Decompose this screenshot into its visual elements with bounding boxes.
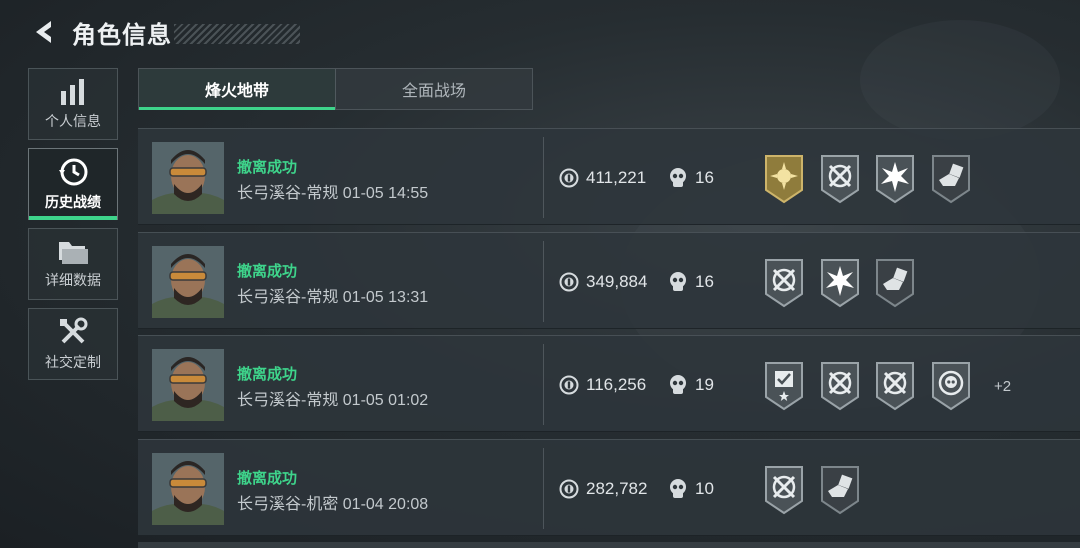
crossed-target-badge-icon[interactable]	[818, 361, 862, 411]
map-and-time: 长弓溪谷-常规 01-05 13:31	[237, 288, 429, 306]
match-row[interactable]: 撤离成功 长弓溪谷-常规 01-05 14:55 411,221 16	[138, 128, 1080, 225]
skull-icon	[670, 375, 686, 394]
sidebar-item-social-custom[interactable]: 社交定制	[28, 308, 118, 380]
hand-dice-badge-icon[interactable]	[873, 258, 917, 308]
medal-list	[762, 154, 984, 204]
more-medals-count[interactable]: +2	[994, 378, 1011, 395]
loot-value: 411,221	[586, 168, 647, 187]
hand-dice-badge-icon[interactable]	[929, 154, 973, 204]
mode-tabs: 烽火地带 全面战场	[138, 68, 533, 110]
extraction-status: 撤离成功	[237, 469, 298, 487]
bar-chart-icon	[61, 79, 84, 105]
row-divider	[543, 447, 544, 529]
extraction-status: 撤离成功	[237, 262, 298, 280]
operator-avatar	[152, 452, 224, 525]
skull-icon	[670, 271, 686, 291]
sidebar-item-history[interactable]: 历史战绩	[28, 148, 118, 220]
match-row[interactable]: 撤离成功 长弓溪谷-机密 01-04 20:08 282,782 10	[138, 438, 1080, 536]
tools-icon	[60, 317, 88, 344]
title-decoration	[174, 24, 300, 44]
skull-icon	[670, 478, 686, 498]
map-and-time: 长弓溪谷-常规 01-05 14:55	[237, 185, 429, 202]
folder-icon	[59, 242, 88, 264]
match-row[interactable]: 撤离成功 长弓溪谷-常规 01-05 01:02 116,256 19 +2	[138, 335, 1080, 432]
currency-icon	[559, 168, 579, 188]
sidebar-item-label: 详细数据	[45, 272, 101, 288]
sidebar-item-label: 历史战绩	[45, 194, 101, 210]
medal-list	[762, 465, 873, 515]
operator-avatar	[152, 349, 224, 421]
medal-list	[762, 258, 929, 308]
medal-list: +2	[762, 361, 1011, 411]
extraction-status: 撤离成功	[237, 159, 298, 176]
back-arrow-icon	[36, 21, 51, 43]
kill-count: 16	[695, 271, 714, 291]
operator-avatar	[152, 245, 224, 318]
crossed-target-badge-icon[interactable]	[873, 361, 917, 411]
skull-icon	[670, 168, 686, 187]
burst-badge-icon[interactable]	[818, 258, 862, 308]
operator-avatar	[152, 142, 224, 214]
map-and-time: 长弓溪谷-机密 01-04 20:08	[237, 495, 429, 513]
map-and-time: 长弓溪谷-常规 01-05 01:02	[237, 392, 429, 409]
back-button[interactable]	[28, 15, 62, 49]
page-header: 角色信息	[28, 14, 300, 50]
kill-count: 16	[695, 168, 714, 187]
crossed-target-badge-icon[interactable]	[818, 154, 862, 204]
crossed-target-badge-icon[interactable]	[762, 258, 806, 308]
skull-target-badge-icon[interactable]	[929, 361, 973, 411]
shield-star-badge-icon[interactable]	[762, 361, 806, 411]
sidebar: 个人信息 历史战绩 详细数据 社交定制	[28, 68, 118, 388]
sidebar-item-label: 个人信息	[45, 113, 101, 129]
sidebar-item-detail-data[interactable]: 详细数据	[28, 228, 118, 300]
next-row-partial	[138, 542, 1080, 548]
currency-icon	[559, 479, 579, 498]
tab-full-battlefield[interactable]: 全面战场	[335, 69, 532, 109]
currency-icon	[559, 272, 579, 291]
loot-value: 282,782	[586, 478, 648, 498]
hand-dice-badge-icon[interactable]	[818, 465, 862, 515]
currency-icon	[559, 375, 579, 395]
loot-value: 349,884	[586, 271, 648, 291]
sidebar-item-personal-info[interactable]: 个人信息	[28, 68, 118, 140]
row-divider	[543, 240, 544, 322]
tab-beacon-zone[interactable]: 烽火地带	[139, 69, 335, 110]
match-history-list: 撤离成功 长弓溪谷-常规 01-05 14:55 411,221 16 撤离成功…	[138, 128, 1080, 542]
extraction-status: 撤离成功	[237, 366, 298, 383]
kill-count: 19	[695, 375, 714, 394]
history-clock-icon	[59, 158, 88, 186]
kill-count: 10	[695, 478, 714, 498]
row-divider	[543, 137, 544, 218]
match-row[interactable]: 撤离成功 长弓溪谷-常规 01-05 13:31 349,884 16	[138, 231, 1080, 329]
crossed-target-badge-icon[interactable]	[762, 465, 806, 515]
burst-badge-icon[interactable]	[873, 154, 917, 204]
row-divider	[543, 344, 544, 425]
loot-value: 116,256	[586, 375, 647, 394]
gold-sun-badge-icon[interactable]	[762, 154, 806, 204]
page-title: 角色信息	[72, 21, 172, 49]
sidebar-item-label: 社交定制	[45, 354, 101, 370]
